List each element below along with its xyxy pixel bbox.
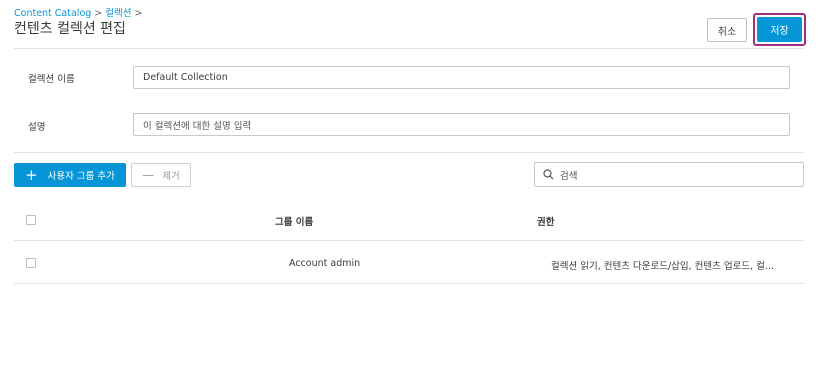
search-placeholder: 검색 <box>560 170 578 182</box>
description-label: 설명 <box>28 122 46 133</box>
column-header-group-name[interactable]: 그룹 이름 <box>275 214 313 228</box>
page-title: 컨텐츠 컬렉션 편집 <box>14 21 126 37</box>
table-header-divider <box>14 240 804 241</box>
add-user-group-button[interactable]: + 사용자 그룹 추가 <box>14 163 126 187</box>
breadcrumb: Content Catalog > 컬렉션 > <box>14 5 145 19</box>
collection-name-label: 컬렉션 이름 <box>28 74 75 85</box>
search-input[interactable]: 검색 <box>534 162 804 187</box>
search-icon <box>543 169 554 180</box>
add-user-group-label: 사용자 그룹 추가 <box>47 171 115 182</box>
row-checkbox[interactable] <box>26 258 36 268</box>
row-group-name: Account admin <box>289 258 361 269</box>
remove-button[interactable]: — 제거 <box>131 163 191 187</box>
table-row-divider <box>14 283 804 284</box>
cancel-button[interactable]: 취소 <box>707 18 747 42</box>
plus-icon: + <box>25 165 38 184</box>
minus-icon: — <box>142 168 155 182</box>
description-input[interactable]: 이 컬렉션에 대한 설명 입력 <box>133 113 790 136</box>
select-all-checkbox[interactable] <box>26 215 36 225</box>
remove-label: 제거 <box>162 171 180 182</box>
save-button[interactable]: 저장 <box>757 17 802 42</box>
header-divider <box>14 48 804 49</box>
form-divider <box>14 152 804 153</box>
breadcrumb-separator: > <box>134 8 143 19</box>
collection-name-input[interactable]: Default Collection <box>133 66 790 89</box>
row-permission: 컬렉션 읽기, 컨텐츠 다운로드/삽입, 컨텐츠 업로드, 컬... <box>551 261 774 272</box>
column-header-permission[interactable]: 권한 <box>537 214 554 228</box>
